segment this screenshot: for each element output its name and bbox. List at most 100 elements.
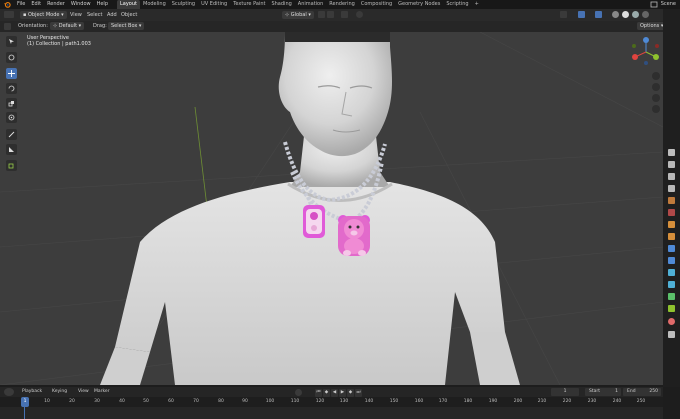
play-reverse-button[interactable]: ◀ <box>331 389 338 397</box>
overlays-icon[interactable] <box>595 11 602 18</box>
tab-texture-paint[interactable]: Texture Paint <box>230 0 268 9</box>
right-arm-mesh[interactable] <box>470 332 520 385</box>
tool-transform[interactable] <box>6 112 17 123</box>
head-mesh[interactable] <box>278 32 392 157</box>
teddy-bear-pendant[interactable] <box>338 215 370 256</box>
menu-render[interactable]: Render <box>44 0 68 9</box>
menu-add[interactable]: Add <box>107 11 117 19</box>
material-shading-icon[interactable] <box>632 11 639 18</box>
drag-dropdown[interactable]: Select Box ▾ <box>108 22 145 30</box>
physics-properties-icon[interactable] <box>668 269 675 276</box>
menu-keying[interactable]: Keying <box>52 388 67 396</box>
tool-annotate[interactable] <box>6 129 17 140</box>
texture-properties-icon[interactable] <box>668 305 675 312</box>
menu-edit[interactable]: Edit <box>28 0 44 9</box>
blender-logo-icon[interactable] <box>3 1 11 8</box>
viewport-header: ▪ Object Mode ▾ View Select Add Object ⊹… <box>0 9 680 21</box>
jump-start-button[interactable]: ⏮ <box>315 389 322 397</box>
scene-selector[interactable]: Scene <box>658 0 680 9</box>
tab-modeling[interactable]: Modeling <box>140 0 169 9</box>
menu-object[interactable]: Object <box>121 11 137 19</box>
solid-shading-icon[interactable] <box>622 11 629 18</box>
viewport-gizmos-icon[interactable] <box>578 11 585 18</box>
pivot-point-icon[interactable] <box>318 11 325 18</box>
frame-tick: 110 <box>290 399 300 404</box>
data-properties-icon[interactable] <box>668 293 675 300</box>
small-pendant[interactable] <box>303 205 325 238</box>
snap-target-icon[interactable] <box>341 11 348 18</box>
tool-properties-icon[interactable] <box>668 149 675 156</box>
wireframe-shading-icon[interactable] <box>612 11 619 18</box>
tool-move[interactable] <box>6 68 17 79</box>
next-keyframe-button[interactable]: ◆ <box>347 389 354 397</box>
timeline-track-area[interactable] <box>0 407 663 419</box>
visibility-icon[interactable] <box>560 11 567 18</box>
render-properties-icon[interactable] <box>668 161 675 168</box>
timeline-ruler[interactable]: 1 10 20 30 40 50 60 70 80 90 100 110 120… <box>0 397 663 407</box>
add-workspace-button[interactable]: + <box>472 0 482 9</box>
particles-properties-icon[interactable] <box>668 257 675 264</box>
tab-compositing[interactable]: Compositing <box>358 0 395 9</box>
view-layer-properties-icon[interactable] <box>668 185 675 192</box>
rendered-shading-icon[interactable] <box>642 11 649 18</box>
frame-tick: 190 <box>488 399 498 404</box>
tab-layout[interactable]: Layout <box>117 0 140 9</box>
end-frame-field[interactable]: End 250 <box>623 388 661 396</box>
tool-select[interactable] <box>6 36 17 47</box>
jump-end-button[interactable]: ⏭ <box>355 389 362 397</box>
viewport-scene[interactable] <box>0 32 663 385</box>
prev-keyframe-button[interactable]: ◆ <box>323 389 330 397</box>
pan-hand-icon[interactable] <box>652 83 660 91</box>
transform-orientation-selector[interactable]: ⊹ Global ▾ <box>282 11 314 19</box>
start-frame-field[interactable]: Start 1 <box>585 388 621 396</box>
tab-rendering[interactable]: Rendering <box>326 0 358 9</box>
menu-file[interactable]: File <box>14 0 28 9</box>
menu-timeline-view[interactable]: View <box>78 388 89 396</box>
mode-selector[interactable]: ▪ Object Mode ▾ <box>20 11 67 19</box>
camera-view-icon[interactable] <box>652 94 660 102</box>
modifier-properties-icon[interactable] <box>668 245 675 252</box>
collection-properties-icon[interactable] <box>668 221 675 228</box>
tab-uv-editing[interactable]: UV Editing <box>198 0 230 9</box>
menu-window[interactable]: Window <box>68 0 94 9</box>
tool-cursor[interactable] <box>6 52 17 63</box>
tool-scale[interactable] <box>6 98 17 109</box>
world-properties-icon[interactable] <box>668 209 675 216</box>
tool-add-cube[interactable] <box>6 160 17 171</box>
snap-icon[interactable] <box>327 11 334 18</box>
options-dropdown[interactable]: Options ▾ <box>637 22 667 30</box>
tool-measure[interactable] <box>6 144 17 155</box>
play-button[interactable]: ▶ <box>339 389 346 397</box>
output-properties-icon[interactable] <box>668 173 675 180</box>
shader-properties-icon[interactable] <box>668 331 675 338</box>
scene-properties-icon[interactable] <box>668 197 675 204</box>
record-icon[interactable] <box>295 389 302 396</box>
current-frame-field[interactable]: 1 <box>551 388 579 396</box>
proportional-edit-icon[interactable] <box>356 11 363 18</box>
tab-shading[interactable]: Shading <box>268 0 294 9</box>
3d-viewport[interactable]: User Perspective (1) Collection | path1.… <box>0 32 663 385</box>
perspective-toggle-icon[interactable] <box>652 105 660 113</box>
zoom-icon[interactable] <box>652 72 660 80</box>
timeline-editor-icon[interactable] <box>4 388 14 396</box>
tab-geometry-nodes[interactable]: Geometry Nodes <box>395 0 443 9</box>
active-tool-icon[interactable] <box>4 23 11 30</box>
orientation-dropdown[interactable]: ⊹ Default ▾ <box>50 22 85 30</box>
scene-icon[interactable] <box>650 1 658 8</box>
object-properties-icon[interactable] <box>668 233 675 240</box>
tab-sculpting[interactable]: Sculpting <box>169 0 198 9</box>
menu-select[interactable]: Select <box>87 11 102 19</box>
material-properties-icon[interactable] <box>668 318 675 325</box>
left-arm-mesh[interactable] <box>100 347 150 385</box>
tool-rotate[interactable] <box>6 83 17 94</box>
constraints-properties-icon[interactable] <box>668 281 675 288</box>
menu-playback[interactable]: Playback <box>22 388 42 396</box>
frame-tick: 210 <box>537 399 547 404</box>
tab-animation[interactable]: Animation <box>295 0 327 9</box>
menu-marker[interactable]: Marker <box>94 388 110 396</box>
editor-type-icon[interactable] <box>4 11 14 18</box>
tab-scripting[interactable]: Scripting <box>443 0 471 9</box>
menu-help[interactable]: Help <box>94 0 111 9</box>
navigation-gizmo[interactable] <box>632 37 659 65</box>
menu-view[interactable]: View <box>70 11 82 19</box>
